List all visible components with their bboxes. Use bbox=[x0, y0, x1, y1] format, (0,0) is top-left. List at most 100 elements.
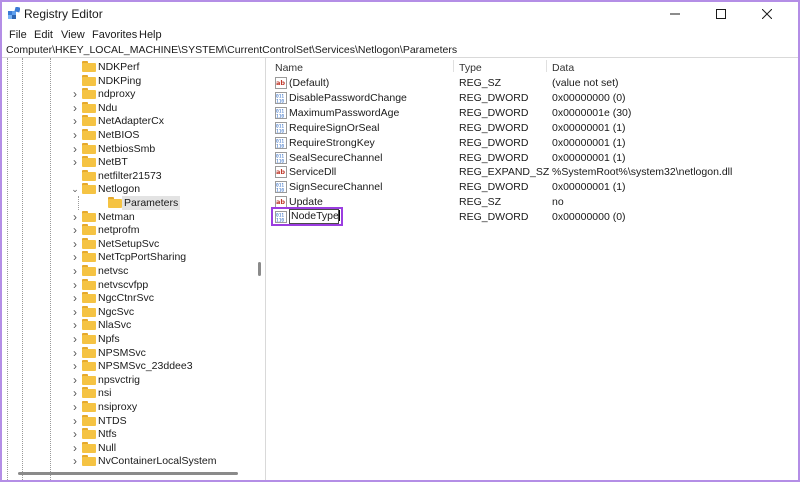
chevron-right-icon[interactable]: › bbox=[70, 279, 80, 291]
tree-item[interactable]: › npsvctrig bbox=[2, 373, 254, 387]
tree-item[interactable]: netfilter21573 bbox=[2, 169, 254, 183]
minimize-button[interactable] bbox=[652, 2, 698, 26]
registry-editor-app-icon bbox=[8, 7, 20, 19]
value-row[interactable]: ab (Default) REG_SZ (value not set) bbox=[270, 76, 798, 91]
tree-item[interactable]: › Null bbox=[2, 441, 254, 455]
tree-vertical-scrollbar[interactable] bbox=[258, 262, 261, 276]
chevron-right-icon[interactable]: › bbox=[70, 156, 80, 168]
chevron-right-icon[interactable]: › bbox=[70, 129, 80, 141]
chevron-right-icon[interactable]: › bbox=[70, 387, 80, 399]
column-header-name[interactable]: Name bbox=[275, 62, 303, 74]
tree-item-label: npsvctrig bbox=[98, 373, 141, 386]
value-type: REG_EXPAND_SZ bbox=[459, 166, 550, 179]
tree-item[interactable]: › NPSMSvc_23ddee3 bbox=[2, 359, 254, 373]
rename-value-field[interactable]: NodeType bbox=[289, 209, 340, 224]
chevron-right-icon[interactable]: › bbox=[70, 347, 80, 359]
chevron-right-icon[interactable]: › bbox=[70, 115, 80, 127]
tree-item[interactable]: NDKPing bbox=[2, 74, 254, 88]
column-separator[interactable] bbox=[546, 60, 547, 72]
tree-item[interactable]: › NlaSvc bbox=[2, 318, 254, 332]
tree-item[interactable]: › NetbiosSmb bbox=[2, 142, 254, 156]
value-row[interactable]: ab ServiceDll REG_EXPAND_SZ %SystemRoot%\sy… bbox=[270, 165, 798, 180]
value-data: (value not set) bbox=[552, 77, 619, 89]
tree-item[interactable]: › NetBT bbox=[2, 155, 254, 169]
tree-item[interactable]: › NetSetupSvc bbox=[2, 237, 254, 251]
tree-item[interactable]: › Npfs bbox=[2, 332, 254, 346]
chevron-right-icon[interactable]: › bbox=[70, 306, 80, 318]
tree-item[interactable]: NDKPerf bbox=[2, 60, 254, 74]
svg-text:110: 110 bbox=[276, 143, 284, 149]
tree-item[interactable]: › Netman bbox=[2, 210, 254, 224]
chevron-right-icon[interactable]: › bbox=[70, 333, 80, 345]
tree-horizontal-scrollbar[interactable] bbox=[18, 472, 238, 475]
value-row[interactable]: 011 110 SealSecureChannel REG_DWORD 0x000000… bbox=[270, 151, 798, 166]
column-header-type[interactable]: Type bbox=[459, 62, 482, 74]
tree-item[interactable]: › NPSMSvc bbox=[2, 346, 254, 360]
tree-item[interactable]: › NTDS bbox=[2, 414, 254, 428]
column-separator[interactable] bbox=[453, 60, 454, 72]
value-row[interactable]: ab Update REG_SZ no bbox=[270, 195, 798, 210]
folder-icon bbox=[82, 305, 96, 318]
menu-edit[interactable]: Edit bbox=[34, 29, 53, 41]
value-row[interactable]: 011 110 DisablePasswordChange REG_DWORD 0x00… bbox=[270, 91, 798, 106]
address-bar[interactable]: Computer\HKEY_LOCAL_MACHINE\SYSTEM\Curre… bbox=[2, 43, 798, 58]
chevron-right-icon[interactable]: › bbox=[70, 238, 80, 250]
tree-item[interactable]: › nsiproxy bbox=[2, 400, 254, 414]
chevron-right-icon[interactable]: › bbox=[70, 265, 80, 277]
registry-values-list[interactable]: Name Type Data ab (Default) REG_SZ (value n… bbox=[270, 58, 798, 480]
registry-key-tree[interactable]: NDKPerf NDKPing › ndproxy › Ndu › NetAdapterCx ›… bbox=[2, 58, 266, 480]
chevron-right-icon[interactable]: › bbox=[70, 415, 80, 427]
close-button[interactable] bbox=[744, 2, 790, 26]
tree-item[interactable]: › NetBIOS bbox=[2, 128, 254, 142]
tree-item-label: NPSMSvc_23ddee3 bbox=[98, 360, 193, 373]
tree-item[interactable]: › netvsc bbox=[2, 264, 254, 278]
tree-item[interactable]: › ndproxy bbox=[2, 87, 254, 101]
chevron-right-icon[interactable]: › bbox=[70, 401, 80, 413]
tree-item-label: netvsc bbox=[98, 265, 129, 277]
chevron-right-icon[interactable]: › bbox=[70, 211, 80, 223]
menu-favorites[interactable]: Favorites bbox=[92, 29, 137, 41]
tree-item[interactable]: › Ndu bbox=[2, 101, 254, 115]
chevron-right-icon[interactable]: › bbox=[70, 319, 80, 331]
chevron-right-icon[interactable]: › bbox=[70, 224, 80, 236]
chevron-right-icon[interactable]: › bbox=[70, 88, 80, 100]
chevron-right-icon[interactable]: › bbox=[70, 428, 80, 440]
chevron-right-icon[interactable]: › bbox=[70, 374, 80, 386]
chevron-down-icon[interactable]: ⌄ bbox=[70, 183, 80, 195]
chevron-right-icon[interactable]: › bbox=[70, 455, 80, 467]
value-row[interactable]: 011 110 RequireSignOrSeal REG_DWORD 0x000000… bbox=[270, 121, 798, 136]
tree-item[interactable]: › Ntfs bbox=[2, 427, 254, 441]
tree-item-label: Netman bbox=[98, 210, 135, 223]
tree-item-label: netprofm bbox=[98, 224, 140, 237]
chevron-right-icon[interactable]: › bbox=[70, 292, 80, 304]
chevron-right-icon[interactable]: › bbox=[70, 143, 80, 155]
chevron-right-icon[interactable]: › bbox=[70, 360, 80, 372]
folder-icon bbox=[82, 373, 96, 386]
chevron-right-icon[interactable]: › bbox=[70, 251, 80, 263]
column-header-data[interactable]: Data bbox=[552, 62, 574, 74]
value-row[interactable]: 011 110 MaximumPasswordAge REG_DWORD 0x00000… bbox=[270, 106, 798, 121]
menu-file[interactable]: File bbox=[9, 29, 27, 41]
tree-item[interactable]: › netvscvfpp bbox=[2, 278, 254, 292]
value-row[interactable]: 011 110 RequireStrongKey REG_DWORD 0x0000000… bbox=[270, 136, 798, 151]
maximize-button[interactable] bbox=[698, 2, 744, 26]
tree-item[interactable]: ⌄ Netlogon bbox=[2, 182, 254, 196]
menu-view[interactable]: View bbox=[61, 29, 85, 41]
value-row[interactable]: 011 110 SignSecureChannel REG_DWORD 0x000000… bbox=[270, 180, 798, 195]
tree-item[interactable]: Parameters bbox=[2, 196, 254, 210]
tree-item[interactable]: › NetAdapterCx bbox=[2, 114, 254, 128]
tree-item[interactable]: › netprofm bbox=[2, 223, 254, 237]
folder-icon bbox=[82, 265, 96, 277]
binary-value-icon: 011110 bbox=[275, 181, 287, 194]
tree-item[interactable]: › NgcCtnrSvc bbox=[2, 291, 254, 305]
menu-help[interactable]: Help bbox=[139, 29, 162, 41]
address-path[interactable]: Computer\HKEY_LOCAL_MACHINE\SYSTEM\Curre… bbox=[6, 44, 457, 56]
chevron-right-icon[interactable]: › bbox=[70, 442, 80, 454]
tree-item[interactable]: › NetTcpPortSharing bbox=[2, 250, 254, 264]
chevron-right-icon[interactable]: › bbox=[70, 102, 80, 114]
tree-item[interactable]: › NgcSvc bbox=[2, 305, 254, 319]
tree-item[interactable]: › nsi bbox=[2, 386, 254, 400]
value-row[interactable]: 011 110 REG_DWORD 0x00000000 (0) bbox=[270, 210, 798, 225]
svg-text:ab: ab bbox=[276, 198, 285, 206]
tree-item[interactable]: › NvContainerLocalSystem bbox=[2, 454, 254, 468]
